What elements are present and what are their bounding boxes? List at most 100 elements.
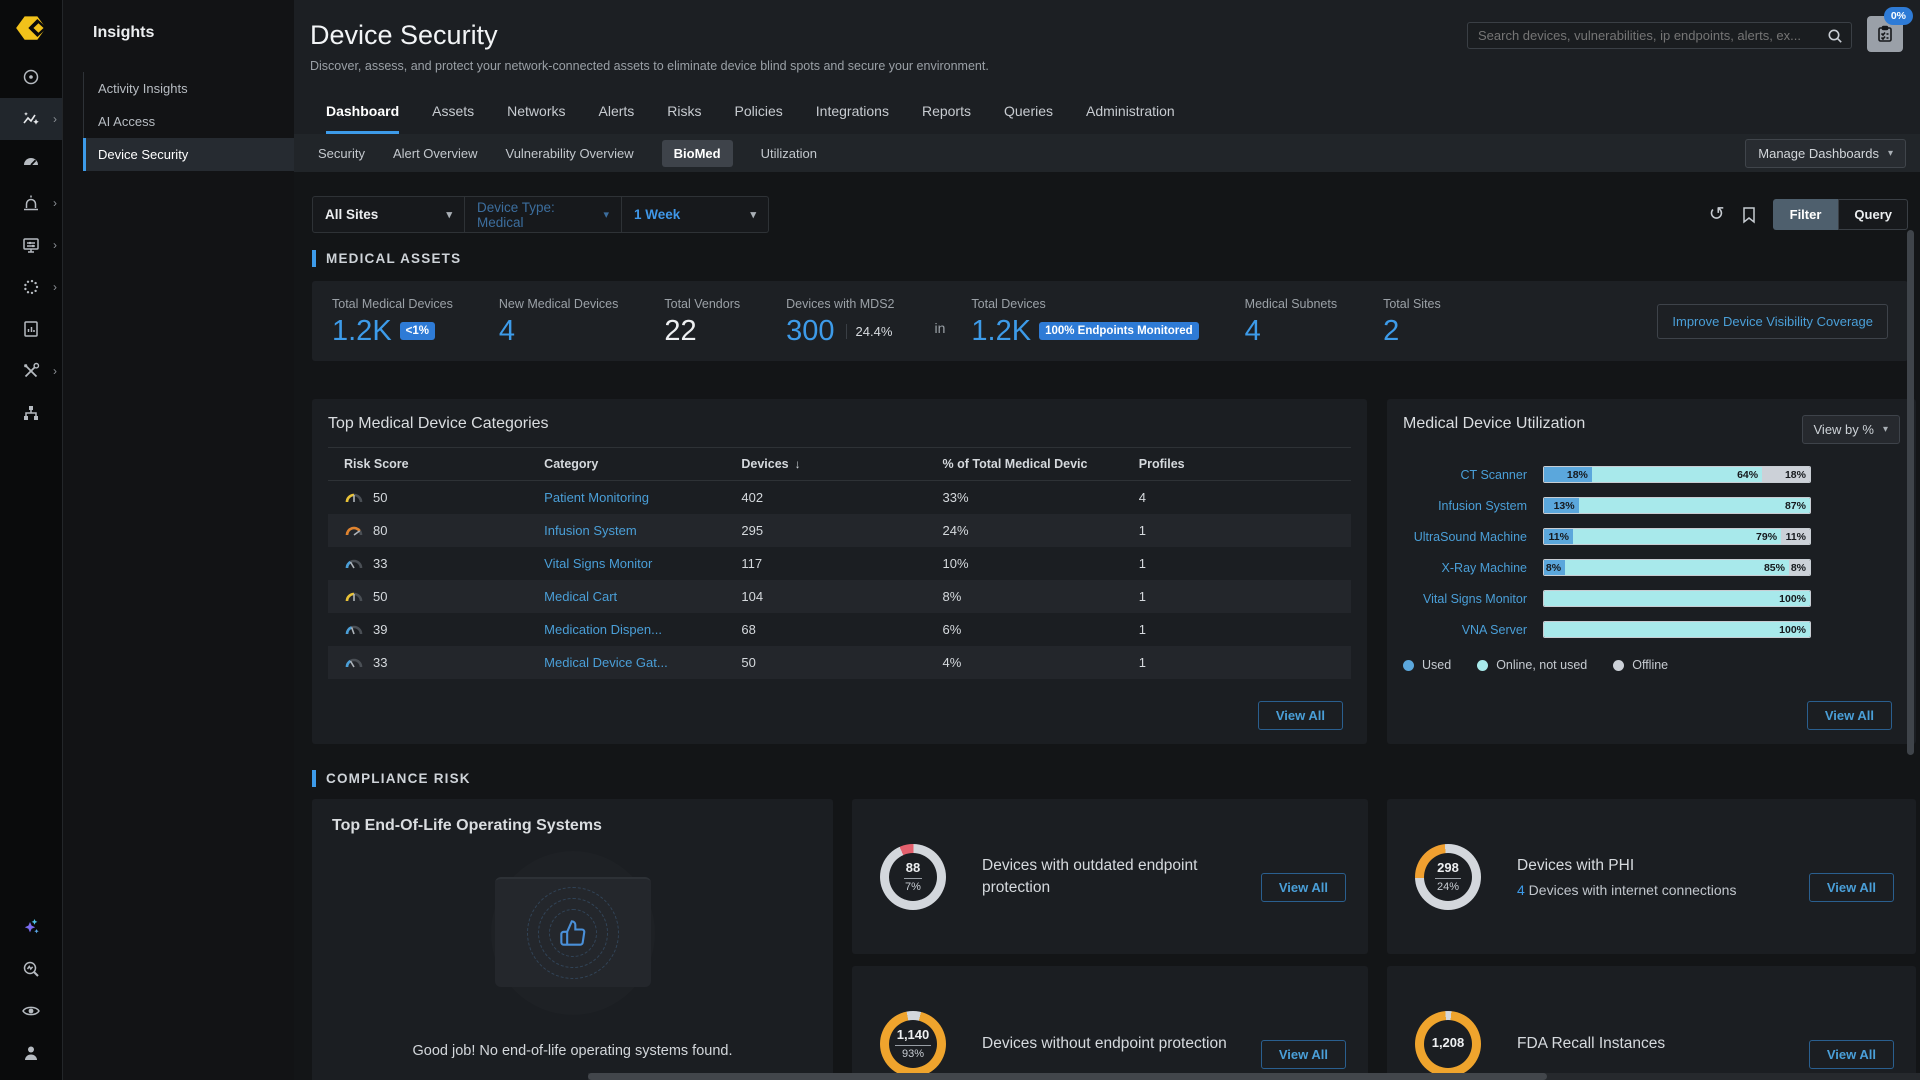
devices-cell: 402	[741, 490, 942, 505]
subtab-biomed[interactable]: BioMed	[662, 140, 733, 167]
table-row-medical-cart[interactable]: 50Medical Cart1048%1	[328, 580, 1351, 613]
table-row-patient-monitoring[interactable]: 50Patient Monitoring40233%4	[328, 481, 1351, 514]
category-link[interactable]: Vital Signs Monitor	[544, 556, 652, 571]
table-row-medication-dispen[interactable]: 39Medication Dispen...686%1	[328, 613, 1351, 646]
subtab-vulnerability-overview[interactable]: Vulnerability Overview	[506, 140, 634, 167]
rail-reports[interactable]	[0, 308, 62, 350]
sidebar-item-ai-access[interactable]: AI Access	[84, 105, 294, 138]
category-cell: Medical Device Gat...	[544, 655, 741, 670]
dotted-ring	[549, 909, 597, 957]
table-row-vital-signs-monitor[interactable]: 33Vital Signs Monitor11710%1	[328, 547, 1351, 580]
view-all-button[interactable]: View All	[1807, 701, 1892, 730]
compliance-column-middle: 887%Devices with outdated endpoint prote…	[852, 799, 1368, 1080]
horizontal-scrollbar[interactable]	[588, 1073, 1547, 1080]
view-all-button[interactable]: View All	[1261, 873, 1346, 902]
view-by-dropdown[interactable]: View by % ▾	[1802, 415, 1901, 444]
assessment-score-button[interactable]: 0%	[1867, 16, 1903, 52]
device-type-dropdown[interactable]: Device Type: Medical ▾	[465, 196, 622, 233]
rail-visibility[interactable]	[0, 990, 62, 1032]
tab-dashboard[interactable]: Dashboard	[326, 103, 399, 134]
risk-score-value: 50	[373, 589, 387, 604]
category-link[interactable]: Medical Cart	[544, 589, 617, 604]
segment-offline: 18%	[1762, 467, 1810, 482]
compliance-card-subtitle: 4 Devices with internet connections	[1517, 882, 1736, 898]
vertical-scrollbar[interactable]	[1907, 230, 1914, 755]
segment-used: 13%	[1544, 498, 1579, 513]
query-mode-button[interactable]: Query	[1838, 199, 1908, 230]
rail-user[interactable]	[0, 1032, 62, 1074]
column-header-devices[interactable]: Devices↓	[741, 457, 942, 471]
stat-value-row: 30024.4%	[786, 317, 894, 346]
tab-reports[interactable]: Reports	[922, 103, 971, 134]
tab-queries[interactable]: Queries	[1004, 103, 1053, 134]
legend-item-used: Used	[1403, 658, 1451, 672]
subtab-security[interactable]: Security	[318, 140, 365, 167]
stat-total-sites: Total Sites2	[1383, 297, 1441, 346]
table-header-row: Risk ScoreCategoryDevices↓% of Total Med…	[328, 447, 1351, 481]
column-header-risk-score[interactable]: Risk Score	[344, 457, 544, 471]
sidebar-item-activity-insights[interactable]: Activity Insights	[84, 72, 294, 105]
rail-tools[interactable]: ›	[0, 350, 62, 392]
rail-investigate[interactable]	[0, 948, 62, 990]
search-input[interactable]	[1468, 28, 1827, 43]
refresh-icon: ↺	[1709, 205, 1725, 224]
category-link[interactable]: Medication Dispen...	[544, 622, 662, 637]
chevron-right-icon: ›	[53, 239, 57, 251]
stat-value-row: 1.2K100% Endpoints Monitored	[971, 317, 1198, 346]
donut-hole: 1,208	[1424, 1020, 1472, 1068]
sidebar-item-device-security[interactable]: Device Security	[84, 138, 294, 171]
bookmark-button[interactable]	[1741, 206, 1757, 224]
time-range-dropdown[interactable]: 1 Week ▾	[622, 196, 769, 233]
segment-value-label: 8%	[1546, 562, 1565, 574]
filter-mode-button[interactable]: Filter	[1773, 199, 1839, 230]
segment-offline: 8%	[1789, 560, 1810, 575]
legend-dot	[1477, 660, 1488, 671]
improve-coverage-button[interactable]: Improve Device Visibility Coverage	[1657, 304, 1888, 339]
stat-devices-with-mds2: Devices with MDS230024.4%	[786, 297, 894, 346]
categories-table: Risk ScoreCategoryDevices↓% of Total Med…	[328, 447, 1351, 679]
column-header-category[interactable]: Category	[544, 457, 741, 471]
sites-dropdown[interactable]: All Sites ▾	[312, 196, 465, 233]
profiles-cell: 1	[1139, 556, 1335, 571]
rail-ai-assistant[interactable]	[0, 906, 62, 948]
tab-administration[interactable]: Administration	[1086, 103, 1175, 134]
column-header-of-total-medical-devic[interactable]: % of Total Medical Devic	[943, 457, 1139, 471]
refresh-button[interactable]: ↺	[1709, 205, 1725, 224]
tab-alerts[interactable]: Alerts	[599, 103, 635, 134]
view-all-button[interactable]: View All	[1809, 1040, 1894, 1069]
rail-network-topology[interactable]	[0, 392, 62, 434]
brand-logo[interactable]	[0, 0, 62, 56]
stat-value: 4	[1245, 317, 1261, 346]
rail-alerts[interactable]: ›	[0, 182, 62, 224]
page-header: Device Security Discover, assess, and pr…	[294, 0, 1920, 134]
table-row-infusion-system[interactable]: 80Infusion System29524%1	[328, 514, 1351, 547]
rail-dashboards[interactable]	[0, 140, 62, 182]
manage-dashboards-button[interactable]: Manage Dashboards ▾	[1745, 139, 1906, 168]
compliance-cards-grid: Top End-Of-Life Operating Systems Goo	[312, 799, 1908, 1080]
view-all-button[interactable]: View All	[1261, 1040, 1346, 1069]
category-link[interactable]: Infusion System	[544, 523, 637, 538]
legend-label: Online, not used	[1496, 658, 1587, 672]
risk-gauge-icon	[344, 557, 364, 570]
global-search[interactable]	[1467, 22, 1852, 49]
category-link[interactable]: Patient Monitoring	[544, 490, 649, 505]
utilization-legend: UsedOnline, not usedOffline	[1403, 658, 1900, 672]
tab-networks[interactable]: Networks	[507, 103, 565, 134]
column-header-profiles[interactable]: Profiles	[1139, 457, 1335, 471]
compliance-card-title: Devices with PHI	[1517, 855, 1736, 877]
view-all-button[interactable]: View All	[1809, 873, 1894, 902]
rail-devices[interactable]: ›	[0, 224, 62, 266]
tab-assets[interactable]: Assets	[432, 103, 474, 134]
subtab-utilization[interactable]: Utilization	[761, 140, 817, 167]
tab-integrations[interactable]: Integrations	[816, 103, 889, 134]
tab-policies[interactable]: Policies	[735, 103, 783, 134]
subtab-alert-overview[interactable]: Alert Overview	[393, 140, 478, 167]
table-row-medical-device-gat[interactable]: 33Medical Device Gat...504%1	[328, 646, 1351, 679]
rail-processes[interactable]: ›	[0, 266, 62, 308]
view-all-button[interactable]: View All	[1258, 701, 1343, 730]
rail-discover[interactable]	[0, 56, 62, 98]
rail-insights[interactable]: ›	[0, 98, 62, 140]
tab-risks[interactable]: Risks	[667, 103, 701, 134]
category-link[interactable]: Medical Device Gat...	[544, 655, 668, 670]
topology-icon	[21, 403, 41, 423]
